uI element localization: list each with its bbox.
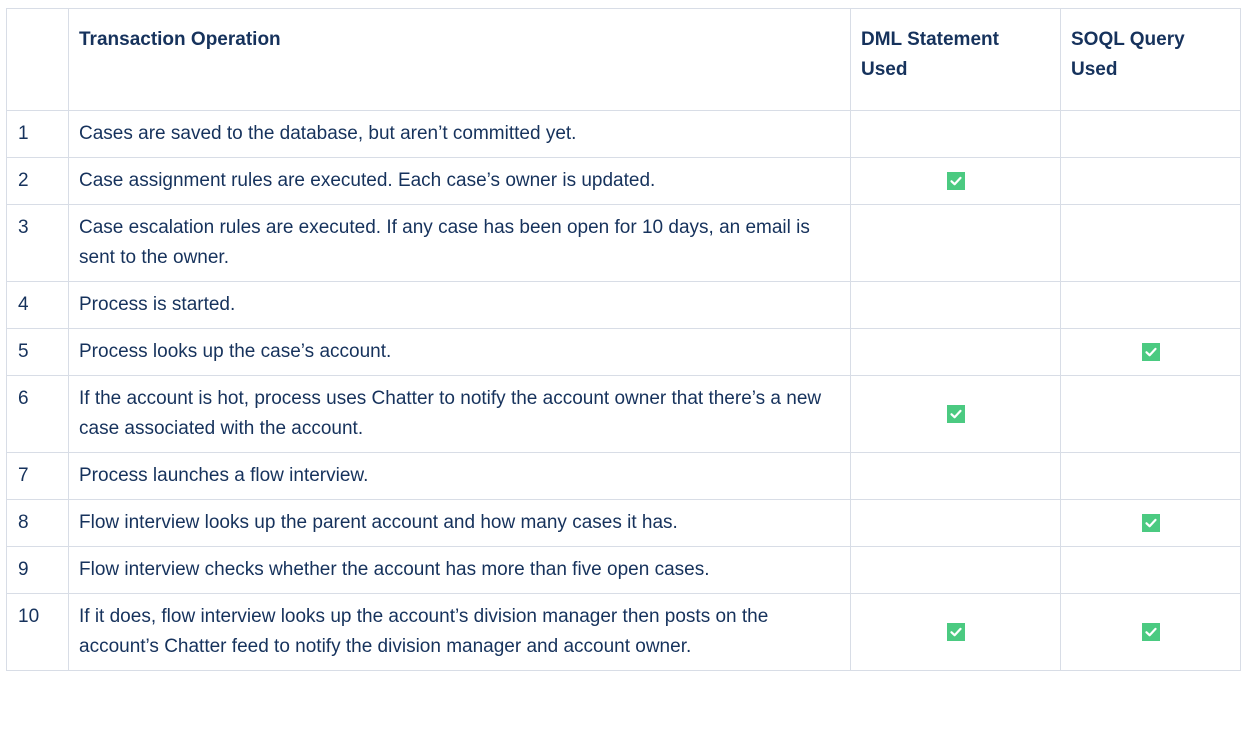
dml-used-cell (850, 593, 1061, 671)
row-number: 1 (6, 110, 69, 158)
dml-used-cell (850, 499, 1061, 547)
dml-used-cell (850, 452, 1061, 500)
transaction-operation-cell: Process launches a flow interview. (68, 452, 851, 500)
transaction-operation-cell: Case escalation rules are executed. If a… (68, 204, 851, 282)
dml-used-cell (850, 110, 1061, 158)
checkbox-checked-icon (1141, 342, 1160, 361)
transaction-operation-cell: Case assignment rules are executed. Each… (68, 157, 851, 205)
soql-used-cell (1060, 593, 1241, 671)
soql-used-cell (1060, 281, 1241, 329)
checkbox-checked-icon (1141, 513, 1160, 532)
table-row: 3 Case escalation rules are executed. If … (6, 204, 1241, 282)
dml-used-cell (850, 204, 1061, 282)
soql-used-cell (1060, 204, 1241, 282)
row-number: 7 (6, 452, 69, 500)
soql-used-cell (1060, 546, 1241, 594)
table-row: 1 Cases are saved to the database, but ar… (6, 110, 1241, 158)
soql-used-cell (1060, 452, 1241, 500)
transaction-operation-cell: Process looks up the case’s account. (68, 328, 851, 376)
table-row: 9 Flow interview checks whether the accou… (6, 546, 1241, 594)
transaction-operation-cell: Flow interview looks up the parent accou… (68, 499, 851, 547)
transaction-operation-cell: Cases are saved to the database, but are… (68, 110, 851, 158)
soql-used-cell (1060, 157, 1241, 205)
row-number: 5 (6, 328, 69, 376)
transaction-operation-cell: Process is started. (68, 281, 851, 329)
table-header-row: Transaction Operation DML Statement Used… (6, 8, 1241, 111)
soql-used-cell (1060, 375, 1241, 453)
dml-used-cell (850, 328, 1061, 376)
dml-used-cell (850, 546, 1061, 594)
transaction-operation-cell: If the account is hot, process uses Chat… (68, 375, 851, 453)
table-row: 8 Flow interview looks up the parent acco… (6, 499, 1241, 547)
row-number: 3 (6, 204, 69, 282)
row-number: 9 (6, 546, 69, 594)
header-transaction-operation: Transaction Operation (68, 8, 851, 111)
dml-used-cell (850, 157, 1061, 205)
row-number: 10 (6, 593, 69, 671)
table-row: 6 If the account is hot, process uses Cha… (6, 375, 1241, 453)
table-row: 5 Process looks up the case’s account. (6, 328, 1241, 376)
checkbox-checked-icon (946, 404, 965, 423)
header-index (6, 8, 69, 111)
dml-used-cell (850, 375, 1061, 453)
transaction-table: Transaction Operation DML Statement Used… (6, 8, 1241, 671)
row-number: 6 (6, 375, 69, 453)
row-number: 2 (6, 157, 69, 205)
checkbox-checked-icon (946, 622, 965, 641)
table-row: 7 Process launches a flow interview. (6, 452, 1241, 500)
table-row: 2 Case assignment rules are executed. Eac… (6, 157, 1241, 205)
header-dml-statement-used: DML Statement Used (850, 8, 1061, 111)
soql-used-cell (1060, 110, 1241, 158)
soql-used-cell (1060, 328, 1241, 376)
dml-used-cell (850, 281, 1061, 329)
table-row: 10 If it does, flow interview looks up th… (6, 593, 1241, 671)
transaction-operation-cell: Flow interview checks whether the accoun… (68, 546, 851, 594)
row-number: 4 (6, 281, 69, 329)
checkbox-checked-icon (946, 171, 965, 190)
row-number: 8 (6, 499, 69, 547)
transaction-operation-cell: If it does, flow interview looks up the … (68, 593, 851, 671)
header-soql-query-used: SOQL Query Used (1060, 8, 1241, 111)
soql-used-cell (1060, 499, 1241, 547)
table-row: 4 Process is started. (6, 281, 1241, 329)
checkbox-checked-icon (1141, 622, 1160, 641)
